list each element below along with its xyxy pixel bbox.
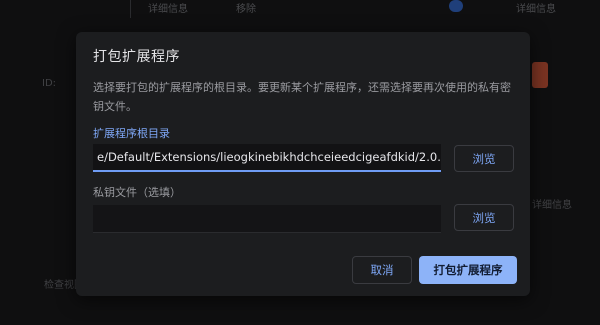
bg-extension-icon [532,62,548,88]
pack-extension-button[interactable]: 打包扩展程序 [419,256,517,284]
bg-details-link: 详细信息 [148,4,188,15]
bg-remove-link: 移除 [236,4,256,15]
cancel-button[interactable]: 取消 [352,256,412,284]
root-dir-label: 扩展程序根目录 [93,127,170,140]
bg-id-text: ID: [42,78,57,89]
root-dir-input[interactable] [93,144,441,172]
key-file-input[interactable] [93,205,441,233]
bg-details-text: 详细信息 [532,200,572,211]
browse-root-dir-button[interactable]: 浏览 [454,145,514,172]
bg-toggle-icon [449,0,463,12]
dialog-title: 打包扩展程序 [93,49,180,65]
extensions-page-backdrop: 详细信息 移除 详细信息 ID: 检查视图 详细信息 打包扩展程序 选择要打包的… [0,0,600,325]
background-toolbar: 详细信息 移除 详细信息 [0,0,600,15]
pack-extension-dialog: 打包扩展程序 选择要打包的扩展程序的根目录。要更新某个扩展程序，还需选择要再次使… [76,32,530,296]
key-file-label: 私钥文件（选填） [93,186,181,199]
browse-key-file-button[interactable]: 浏览 [454,204,514,231]
bg-divider [130,0,131,18]
dialog-description: 选择要打包的扩展程序的根目录。要更新某个扩展程序，还需选择要再次使用的私有密钥文… [93,81,511,113]
bg-details-link-2: 详细信息 [516,4,556,15]
